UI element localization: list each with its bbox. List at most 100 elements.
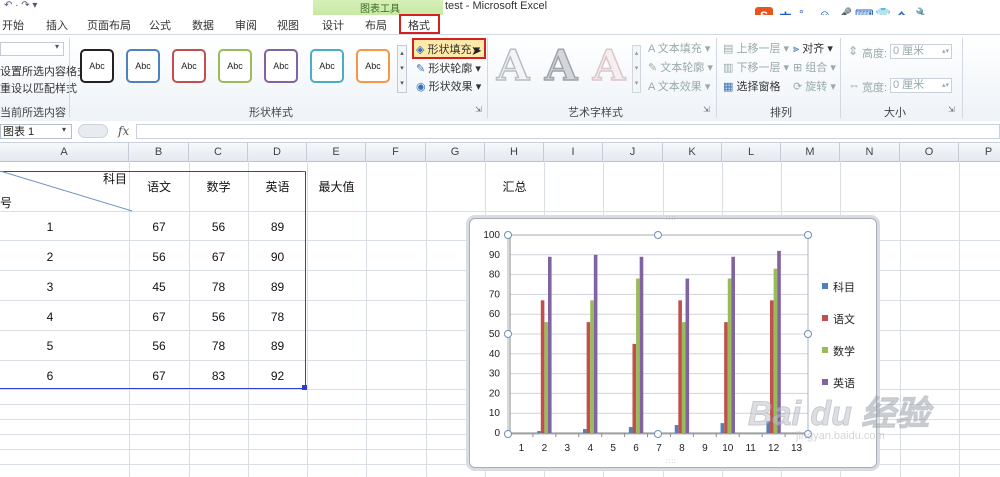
column-header-g[interactable]: G [426, 143, 485, 161]
column-header-c[interactable]: C [189, 143, 248, 161]
header-chinese[interactable]: 语文 [129, 178, 189, 195]
header-summary[interactable]: 汇总 [485, 178, 544, 195]
selection-handle[interactable] [302, 171, 306, 172]
header-math[interactable]: 数学 [189, 178, 248, 195]
plot-area-handle[interactable] [804, 231, 812, 239]
tab-formulas[interactable]: 公式 [149, 17, 171, 33]
column-header-o[interactable]: O [900, 143, 959, 161]
align-button[interactable]: ⫸ 对齐 ▾ [793, 40, 833, 56]
plot-area-handle[interactable] [504, 330, 512, 338]
cell-math[interactable]: 78 [189, 339, 248, 353]
cell-chinese[interactable]: 56 [129, 250, 189, 264]
cell-chinese[interactable]: 67 [129, 369, 189, 383]
row-id[interactable]: 1 [0, 220, 100, 234]
chart-border-grip-top[interactable]: :::: [666, 216, 677, 222]
wordart-style-3[interactable]: A [588, 43, 630, 89]
spin-icon[interactable]: ▴▾ [942, 45, 949, 58]
cell-chinese[interactable]: 56 [129, 339, 189, 353]
column-header-i[interactable]: I [544, 143, 603, 161]
column-header-a[interactable]: A [0, 143, 129, 161]
column-header-f[interactable]: F [366, 143, 426, 161]
wordart-gallery-scroll[interactable]: ▴ ▾ ▾ [632, 45, 641, 93]
row-id[interactable]: 4 [0, 310, 100, 324]
group-objects-button[interactable]: ⊞ 组合 ▾ [793, 59, 836, 75]
cell-english[interactable]: 90 [248, 250, 307, 264]
fill-handle[interactable] [302, 385, 307, 390]
column-header-k[interactable]: K [663, 143, 722, 161]
height-input[interactable]: 0 厘米 ▴▾ [890, 44, 952, 59]
reset-style-button[interactable]: 重设以匹配样式 [0, 80, 77, 96]
wordart-style-2[interactable]: A [540, 43, 582, 89]
column-header-b[interactable]: B [129, 143, 189, 161]
wordart-style-1[interactable]: A [492, 43, 534, 89]
tab-home[interactable]: 开始 [2, 17, 24, 33]
shape-style-aqua[interactable]: Abc [310, 49, 344, 83]
send-backward-button[interactable]: ▥ 下移一层 ▾ [723, 59, 789, 75]
chart-border-grip-bottom[interactable]: :::: [666, 459, 677, 465]
dialog-launcher-icon[interactable]: ⇲ [948, 105, 955, 114]
plot-area-handle[interactable] [654, 430, 662, 438]
cell-math[interactable]: 78 [189, 280, 248, 294]
shape-outline-button[interactable]: ✎ 形状轮廓 ▾ [416, 60, 481, 76]
dialog-launcher-icon[interactable]: ⇲ [475, 105, 482, 114]
shape-effects-button[interactable]: ◉ 形状效果 ▾ [416, 78, 481, 94]
column-header-n[interactable]: N [840, 143, 900, 161]
rotate-button[interactable]: ⟳ 旋转 ▾ [793, 78, 836, 94]
column-header-h[interactable]: H [485, 143, 544, 161]
cell-english[interactable]: 89 [248, 339, 307, 353]
row-id[interactable]: 3 [0, 280, 100, 294]
tab-data[interactable]: 数据 [192, 17, 214, 33]
column-header-j[interactable]: J [603, 143, 663, 161]
column-header-p[interactable]: P [959, 143, 1000, 161]
tab-format[interactable]: 格式 [408, 17, 430, 33]
column-header-l[interactable]: L [722, 143, 781, 161]
cell-math[interactable]: 56 [189, 310, 248, 324]
spin-icon[interactable]: ▴▾ [942, 79, 949, 92]
cell-math[interactable]: 56 [189, 220, 248, 234]
row-id[interactable]: 6 [0, 369, 100, 383]
cell-english[interactable]: 92 [248, 369, 307, 383]
tab-insert[interactable]: 插入 [46, 17, 68, 33]
tab-design[interactable]: 设计 [322, 17, 344, 33]
cell-chinese[interactable]: 67 [129, 220, 189, 234]
column-header-e[interactable]: E [307, 143, 366, 161]
text-effects-button[interactable]: A 文本效果 ▾ [648, 78, 710, 94]
header-max[interactable]: 最大值 [307, 178, 366, 195]
quick-access-toolbar[interactable]: ↶ · ↷ ▾ [4, 0, 37, 11]
row-id[interactable]: 2 [0, 250, 100, 264]
tab-page-layout[interactable]: 页面布局 [87, 17, 131, 33]
chart-legend[interactable]: 科目 语文 数学 英语 [822, 279, 872, 399]
shape-style-black[interactable]: Abc [80, 49, 114, 83]
shape-style-purple[interactable]: Abc [264, 49, 298, 83]
bring-forward-button[interactable]: ▤ 上移一层 ▾ [723, 40, 789, 56]
plot-area-handle[interactable] [504, 231, 512, 239]
row-id[interactable]: 5 [0, 339, 100, 353]
insert-function-icon[interactable]: fx [118, 124, 129, 138]
cell-english[interactable]: 89 [248, 220, 307, 234]
text-outline-button[interactable]: ✎ 文本轮廓 ▾ [648, 59, 713, 75]
formula-input[interactable] [136, 124, 1000, 139]
column-header-d[interactable]: D [248, 143, 307, 161]
header-english[interactable]: 英语 [248, 178, 307, 195]
shape-style-green[interactable]: Abc [218, 49, 252, 83]
gallery-scroll[interactable]: ▴ ▾ ▾ [397, 45, 407, 93]
width-input[interactable]: 0 厘米 ▴▾ [890, 78, 952, 93]
format-selection-button[interactable]: 设置所选内容格式 [0, 63, 88, 79]
formula-bar-splitter[interactable] [78, 124, 108, 138]
tab-view[interactable]: 视图 [277, 17, 299, 33]
selection-pane-button[interactable]: ▦ 选择窗格 [723, 78, 780, 94]
cell-math[interactable]: 67 [189, 250, 248, 264]
shape-style-red[interactable]: Abc [172, 49, 206, 83]
plot-area-handle[interactable] [804, 330, 812, 338]
chevron-down-icon[interactable]: ▾ [55, 42, 59, 51]
name-box-dropdown-icon[interactable]: ▾ [62, 125, 66, 134]
column-header-m[interactable]: M [781, 143, 840, 161]
plot-area-handle[interactable] [654, 231, 662, 239]
cell-math[interactable]: 83 [189, 369, 248, 383]
dialog-launcher-icon[interactable]: ⇲ [703, 105, 710, 114]
cell-chinese[interactable]: 45 [129, 280, 189, 294]
plot-area-handle[interactable] [504, 430, 512, 438]
cell-english[interactable]: 89 [248, 280, 307, 294]
tab-review[interactable]: 审阅 [235, 17, 257, 33]
tab-layout[interactable]: 布局 [365, 17, 387, 33]
